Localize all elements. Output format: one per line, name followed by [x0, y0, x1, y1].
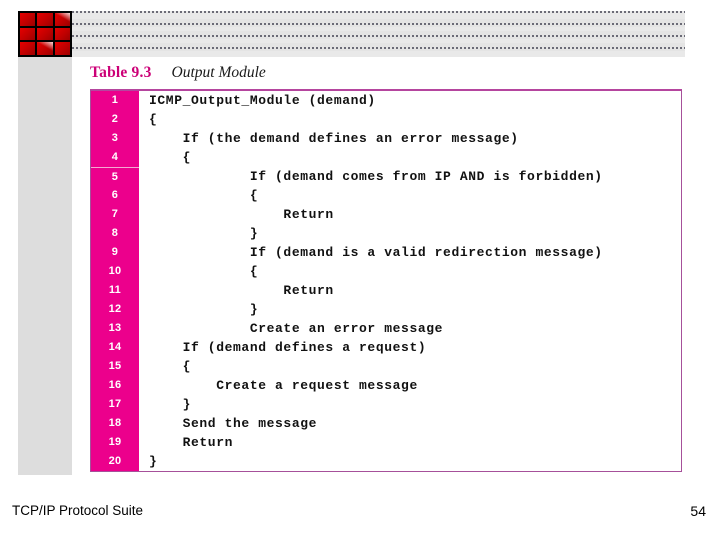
- code-line-text: }: [149, 226, 259, 241]
- logo-cell: [54, 42, 70, 55]
- code-line-text: If (demand defines a request): [149, 340, 427, 355]
- code-line-row: 4 {: [91, 148, 681, 167]
- code-line-text: {: [149, 359, 192, 374]
- code-line-number: 2: [91, 110, 139, 129]
- code-line-text: }: [149, 397, 192, 412]
- code-line-number: 8: [91, 224, 139, 243]
- code-line-text: {: [149, 188, 259, 203]
- logo-cell: [20, 13, 36, 26]
- logo-cell: [37, 27, 53, 41]
- code-line-number: 13: [91, 319, 139, 338]
- logo-cell: [54, 27, 70, 41]
- code-listing-body: 1 ICMP_Output_Module (demand) 2{3 If (the …: [91, 91, 681, 471]
- code-line-row: 8 }: [91, 224, 681, 243]
- code-line-text: Create a request message: [149, 378, 418, 393]
- code-line-number: 20: [91, 452, 139, 471]
- logo-cell: [20, 27, 36, 41]
- logo-cell: [20, 42, 36, 55]
- code-line-row: 18 Send the message: [91, 414, 681, 433]
- code-line-row: 16 Create a request message: [91, 376, 681, 395]
- code-line-row: 20}: [91, 452, 681, 471]
- code-listing-table: 1 ICMP_Output_Module (demand) 2{3 If (the …: [90, 89, 682, 472]
- code-line-row: 19 Return: [91, 433, 681, 452]
- code-line-text: Return: [149, 207, 334, 222]
- code-line-number: 11: [91, 281, 139, 300]
- code-line-text: }: [149, 302, 259, 317]
- code-line-text: If (demand is a valid redirection messag…: [149, 245, 603, 260]
- page-number: 54: [690, 503, 706, 519]
- logo-cell: [37, 42, 53, 55]
- content-region: Table 9.3 Output Module: [90, 60, 686, 86]
- code-line-number: 14: [91, 338, 139, 357]
- code-line-number: 12: [91, 300, 139, 319]
- code-line-row: 13 Create an error message: [91, 319, 681, 338]
- code-line-row: 9 If (demand is a valid redirection mess…: [91, 243, 681, 262]
- slide-canvas: Table 9.3 Output Module 1 ICMP_Output_Modu…: [0, 0, 720, 540]
- code-line-text: {: [149, 264, 259, 279]
- code-line-row: 14 If (demand defines a request): [91, 338, 681, 357]
- code-line-text: If (the demand defines an error message): [149, 131, 519, 146]
- code-line-row: 3 If (the demand defines an error messag…: [91, 129, 681, 148]
- code-line-number: 3: [91, 129, 139, 148]
- code-line-text: {: [149, 112, 158, 127]
- code-line-number: 9: [91, 243, 139, 262]
- code-line-text: ICMP_Output_Module (demand): [149, 93, 376, 108]
- code-line-number: 10: [91, 262, 139, 281]
- header-decoration-band: [64, 11, 685, 57]
- code-line-text: Return: [149, 435, 234, 450]
- left-sidebar-strip: [18, 57, 72, 475]
- code-line-text: Create an error message: [149, 321, 444, 336]
- code-line-row: 7 Return: [91, 205, 681, 224]
- code-line-row: 12 }: [91, 300, 681, 319]
- code-line-number: 4: [91, 148, 139, 167]
- footer-title: TCP/IP Protocol Suite: [12, 503, 144, 518]
- code-line-row: 6 {: [91, 186, 681, 205]
- code-line-row: 1 ICMP_Output_Module (demand): [91, 91, 681, 110]
- code-line-text: }: [149, 454, 158, 469]
- code-line-number: 19: [91, 433, 139, 452]
- code-line-number: 6: [91, 186, 139, 205]
- logo-cell: [37, 13, 53, 26]
- code-line-text: Return: [149, 283, 334, 298]
- code-line-number: 17: [91, 395, 139, 414]
- code-line-row: 15 {: [91, 357, 681, 376]
- code-line-row: 17 }: [91, 395, 681, 414]
- table-caption: Table 9.3 Output Module: [90, 60, 686, 86]
- code-line-number: 15: [91, 357, 139, 376]
- table-title: Output Module: [171, 64, 266, 81]
- code-line-number: 18: [91, 414, 139, 433]
- slide-footer: TCP/IP Protocol Suite 54: [0, 500, 720, 530]
- nine-square-red-logo: [18, 11, 72, 57]
- code-line-row: 5 If (demand comes from IP AND is forbid…: [91, 167, 681, 186]
- table-number: Table 9.3: [90, 64, 152, 81]
- code-line-number: 5: [91, 167, 139, 186]
- code-line-row: 10 {: [91, 262, 681, 281]
- code-line-number: 16: [91, 376, 139, 395]
- header-dot-pattern: [64, 11, 685, 57]
- logo-cell: [54, 13, 70, 26]
- code-line-number: 1: [91, 91, 139, 110]
- code-line-row: 2{: [91, 110, 681, 129]
- code-line-row: 11 Return: [91, 281, 681, 300]
- code-line-number: 7: [91, 205, 139, 224]
- code-line-text: If (demand comes from IP AND is forbidde…: [149, 169, 603, 184]
- code-line-text: Send the message: [149, 416, 318, 431]
- code-line-text: {: [149, 150, 192, 165]
